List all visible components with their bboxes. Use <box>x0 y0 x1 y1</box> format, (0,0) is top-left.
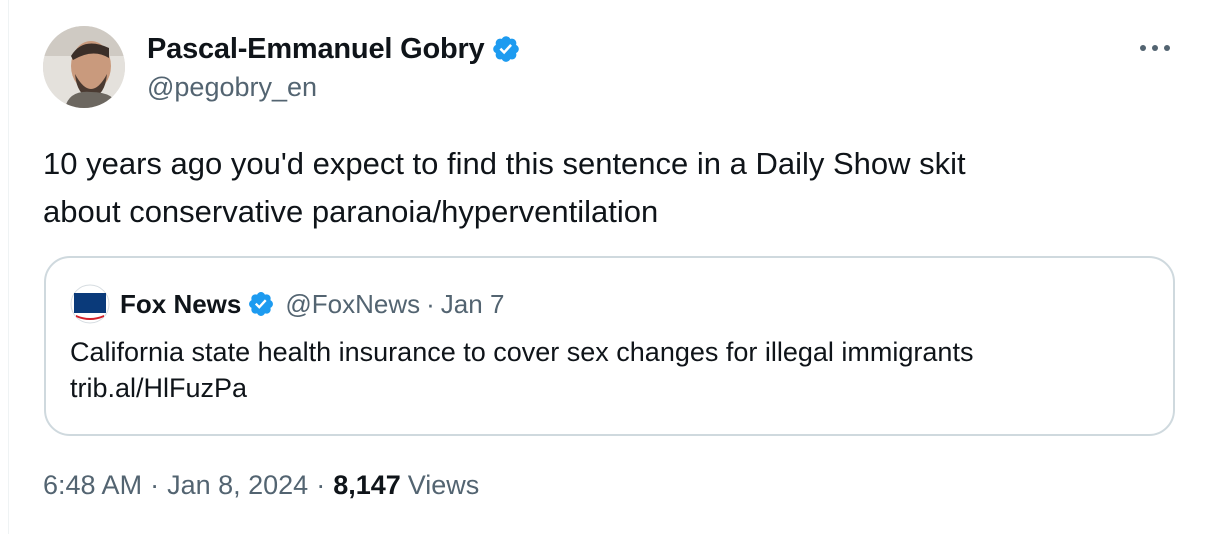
quoted-tweet-date[interactable]: Jan 7 <box>441 289 505 320</box>
meta-separator: · <box>316 470 326 500</box>
more-options-icon[interactable] <box>1135 36 1175 60</box>
verified-badge-icon <box>247 290 275 318</box>
views-label: Views <box>407 470 480 500</box>
author-name-row: Pascal-Emmanuel Gobry <box>147 30 521 68</box>
quoted-tweet-header: Fox News @FoxNews · Jan 7 <box>70 284 504 324</box>
tweet-text-line: about conservative paranoia/hyperventila… <box>43 194 659 229</box>
author-name[interactable]: Pascal-Emmanuel Gobry <box>147 33 485 66</box>
quoted-tweet-body: California state health insurance to cov… <box>70 337 974 367</box>
tweet-card: Pascal-Emmanuel Gobry @pegobry_en 10 yea… <box>8 0 1206 534</box>
author-avatar[interactable] <box>43 26 125 108</box>
author-handle[interactable]: @pegobry_en <box>147 72 317 103</box>
views-count[interactable]: 8,147 <box>333 470 401 501</box>
quoted-tweet[interactable]: Fox News @FoxNews · Jan 7 California sta… <box>44 256 1175 436</box>
meta-separator: · <box>150 470 160 500</box>
tweet-text-line: 10 years ago you'd expect to find this s… <box>43 146 966 181</box>
tweet-meta: 6:48 AM · Jan 8, 2024 · 8,147 Views <box>43 470 479 501</box>
fox-news-logo[interactable] <box>70 284 110 324</box>
quoted-separator: · <box>426 288 435 319</box>
verified-badge-icon <box>491 34 521 64</box>
quoted-tweet-text: California state health insurance to cov… <box>70 334 1150 406</box>
tweet-text: 10 years ago you'd expect to find this s… <box>43 140 1163 236</box>
quoted-tweet-link[interactable]: trib.al/HlFuzPa <box>70 370 1150 406</box>
tweet-date[interactable]: Jan 8, 2024 <box>167 470 308 501</box>
quoted-author-name[interactable]: Fox News <box>120 289 241 320</box>
quoted-author-handle[interactable]: @FoxNews <box>285 289 420 320</box>
tweet-time[interactable]: 6:48 AM <box>43 470 142 501</box>
